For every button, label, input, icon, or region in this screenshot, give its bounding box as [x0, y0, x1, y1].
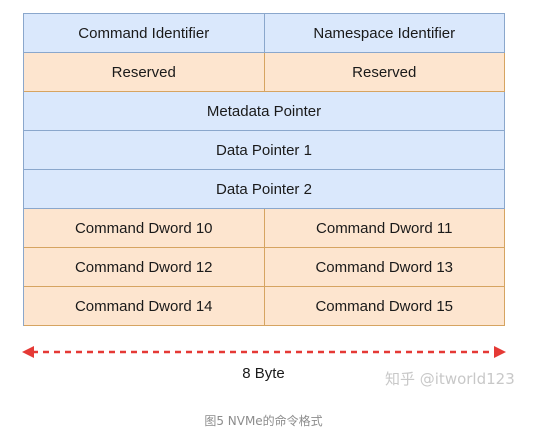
table-row: Command Dword 10 Command Dword 11: [24, 209, 505, 248]
table-row: Command Dword 14 Command Dword 15: [24, 287, 505, 326]
command-dword-11-cell: Command Dword 11: [264, 209, 505, 248]
data-pointer-1-cell: Data Pointer 1: [24, 131, 505, 170]
arrow-left-head-icon: [22, 346, 34, 358]
command-dword-14-cell: Command Dword 14: [24, 287, 265, 326]
arrow-right-head-icon: [494, 346, 506, 358]
metadata-pointer-cell: Metadata Pointer: [24, 92, 505, 131]
watermark: 知乎 @itworld123: [385, 370, 515, 388]
table-row: Reserved Reserved: [24, 53, 505, 92]
table-row: Command Identifier Namespace Identifier: [24, 14, 505, 53]
command-dword-10-cell: Command Dword 10: [24, 209, 265, 248]
nvme-command-format-table: Command Identifier Namespace Identifier …: [23, 13, 505, 326]
command-identifier-cell: Command Identifier: [24, 14, 265, 53]
table-row: Metadata Pointer: [24, 92, 505, 131]
figure-caption: 图5 NVMe的命令格式: [204, 414, 323, 428]
table-row: Data Pointer 1: [24, 131, 505, 170]
command-dword-12-cell: Command Dword 12: [24, 248, 265, 287]
reserved-cell: Reserved: [24, 53, 265, 92]
command-dword-13-cell: Command Dword 13: [264, 248, 505, 287]
table-row: Data Pointer 2: [24, 170, 505, 209]
namespace-identifier-cell: Namespace Identifier: [264, 14, 505, 53]
data-pointer-2-cell: Data Pointer 2: [24, 170, 505, 209]
width-arrow: [22, 346, 506, 358]
reserved-cell: Reserved: [264, 53, 505, 92]
command-dword-15-cell: Command Dword 15: [264, 287, 505, 326]
table-row: Command Dword 12 Command Dword 13: [24, 248, 505, 287]
